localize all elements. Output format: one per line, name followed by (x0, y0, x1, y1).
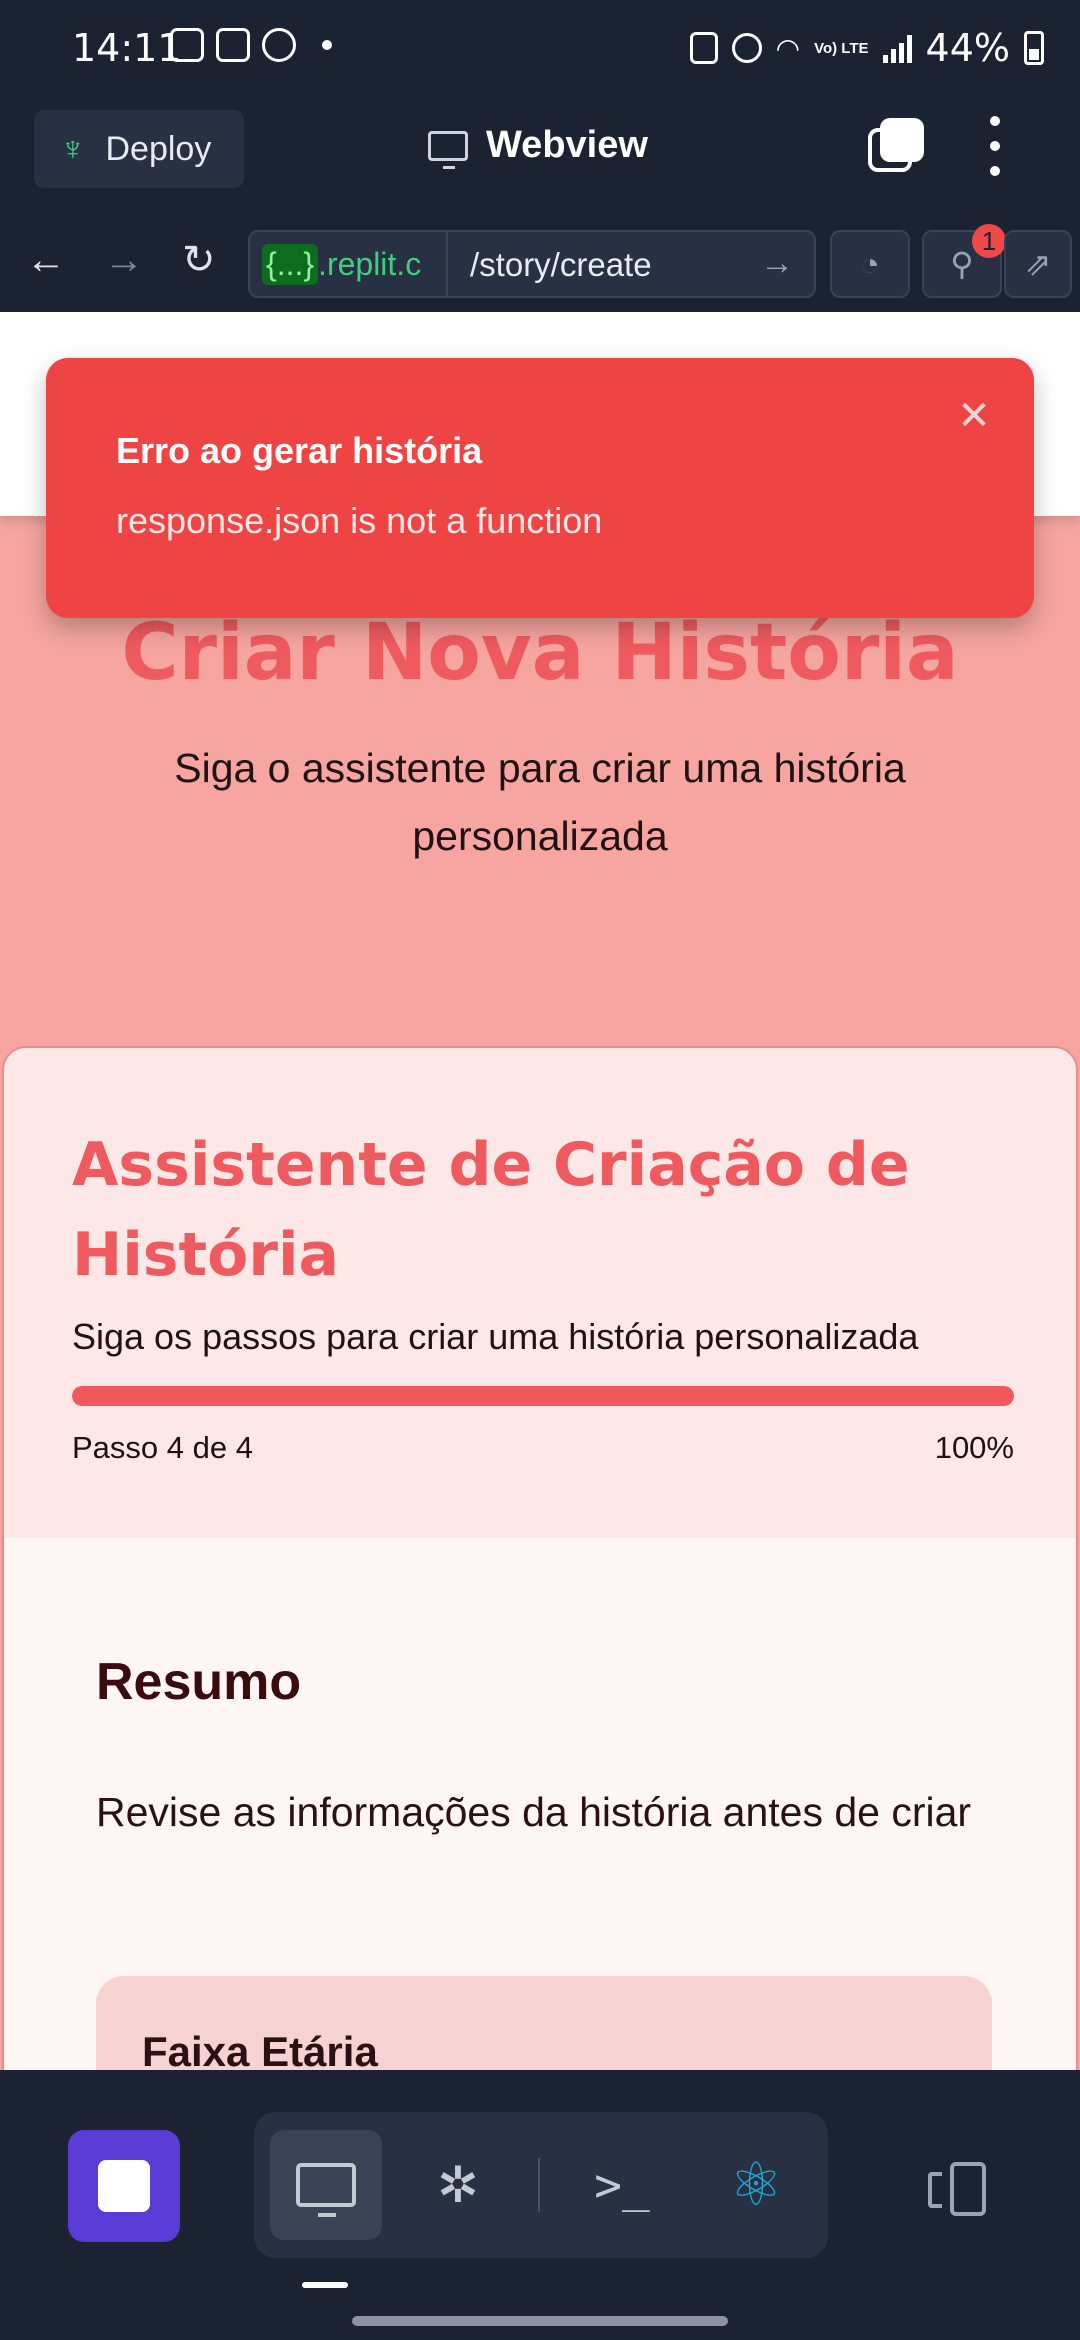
deploy-label: Deploy (105, 129, 212, 168)
notification-icons (170, 28, 332, 62)
home-indicator[interactable] (352, 2316, 728, 2326)
tabs-icon[interactable] (868, 118, 924, 174)
url-field[interactable]: {...} .replit.c /story/create → (248, 230, 816, 298)
progress-bar (72, 1386, 1014, 1406)
shell-tool-button[interactable]: >_ (566, 2130, 678, 2240)
toast-message: response.json is not a function (116, 500, 603, 541)
whatsapp-icon (262, 28, 296, 62)
react-tool-button[interactable]: ⚛ (700, 2130, 812, 2240)
wizard-description: Siga os passos para criar uma história p… (72, 1316, 919, 1357)
status-time: 14:11 (72, 26, 182, 70)
terminal-icon: >_ (594, 2158, 650, 2212)
panels-icon[interactable] (928, 2162, 986, 2216)
page-subtitle: Siga o assistente para criar uma históri… (174, 745, 906, 859)
step-indicator: Passo 4 de 4 (72, 1430, 253, 1465)
webview-tool-button[interactable] (270, 2130, 382, 2240)
instagram-icon (216, 28, 250, 62)
stop-button[interactable] (68, 2130, 180, 2242)
forward-arrow-icon[interactable]: → (104, 240, 144, 280)
system-icons: ◠ Vo) LTE 44% (689, 26, 1044, 70)
url-host-prefix: {...} (262, 243, 319, 285)
deploy-icon: ♆ (60, 129, 86, 168)
page-title: Criar Nova História (121, 608, 959, 698)
volte-icon: Vo) LTE (814, 39, 869, 57)
react-icon: ⚛ (729, 2151, 783, 2218)
progress-fill (72, 1386, 1014, 1406)
wrench-icon: ⚲ (950, 246, 974, 282)
alarm-icon (731, 33, 762, 63)
wizard-header: Assistente de Criação de História Siga o… (4, 1048, 1076, 1538)
url-path[interactable]: /story/create (470, 246, 652, 284)
close-icon[interactable]: ✕ (954, 396, 994, 436)
more-options-icon[interactable] (988, 116, 1002, 176)
monitor-icon (428, 130, 468, 169)
bottom-toolbar: ✲ >_ ⚛ (0, 2070, 1080, 2340)
devtools-wrench-icon[interactable]: ⚲ 1 (922, 224, 1006, 298)
active-tab-indicator (302, 2282, 348, 2288)
workspace-tool-button[interactable]: ✲ (402, 2130, 514, 2240)
more-notifications-dot-icon (322, 40, 332, 50)
wifi-icon: ◠ (775, 32, 801, 64)
reload-icon[interactable]: ↻ (182, 240, 216, 280)
error-toast: Erro ao gerar história response.json is … (46, 358, 1034, 618)
battery-percent: 44% (925, 26, 1010, 70)
summary-title: Resumo (96, 1653, 302, 1711)
wizard-card: Assistente de Criação de História Siga o… (2, 1046, 1078, 2070)
devtools-badge: 1 (972, 224, 1006, 258)
url-host: {...} .replit.c (250, 232, 448, 296)
webview-title-label: Webview (486, 124, 648, 166)
summary-description: Revise as informações da história antes … (96, 1789, 972, 1835)
tool-divider (538, 2158, 540, 2212)
grid-blobs-icon: ✲ (437, 2157, 479, 2213)
battery-icon (1024, 31, 1044, 65)
toast-title: Erro ao gerar história (116, 430, 483, 471)
go-arrow-icon[interactable]: → (760, 244, 794, 283)
monitor-icon (296, 2163, 356, 2217)
palette-icon[interactable]: ◔ (830, 230, 910, 298)
tool-group: ✲ >_ ⚛ (254, 2112, 828, 2258)
webview-title[interactable]: Webview (428, 124, 648, 169)
back-arrow-icon[interactable]: ← (26, 240, 66, 280)
age-range-section: Faixa Etária (96, 1976, 992, 2070)
app-bar: ♆ Deploy Webview (0, 96, 1080, 220)
signal-icon (882, 33, 912, 63)
status-bar: 14:11 ◠ Vo) LTE 44% (0, 0, 1080, 96)
progress-percent: 100% (934, 1430, 1014, 1465)
url-bar: ← → ↻ {...} .replit.c /story/create → ◔ … (0, 220, 1080, 312)
age-range-label: Faixa Etária (142, 2028, 378, 2070)
deploy-button[interactable]: ♆ Deploy (34, 110, 244, 188)
stop-icon (98, 2160, 150, 2212)
gallery-icon (170, 28, 204, 62)
battery-saver-icon (689, 32, 718, 64)
open-external-icon[interactable]: ⇗ (1004, 230, 1072, 298)
wizard-title: Assistente de Criação de História (72, 1130, 910, 1290)
url-host-text: .replit.c (318, 245, 422, 282)
